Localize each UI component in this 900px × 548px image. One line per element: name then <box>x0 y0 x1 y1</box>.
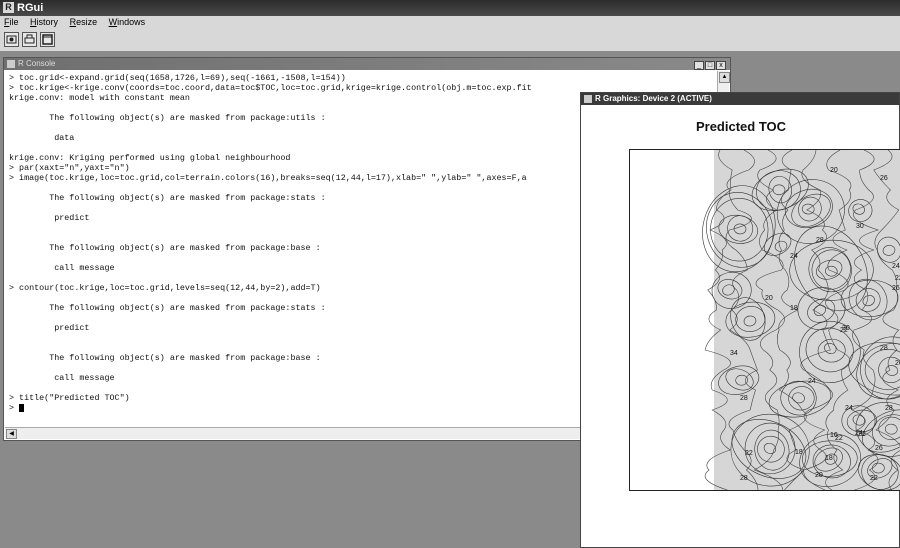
scroll-left-icon[interactable]: ◀ <box>6 429 17 439</box>
contour-label: 20 <box>830 167 838 174</box>
save-workspace-icon[interactable] <box>4 32 19 47</box>
contour-label: 26 <box>895 360 900 367</box>
toolbar <box>0 29 900 51</box>
contour-label: 20 <box>765 295 773 302</box>
r-window-icon <box>584 95 592 103</box>
app-title-bar: R RGui <box>0 0 900 16</box>
contour-label: 22 <box>870 475 878 482</box>
contour-label: 28 <box>740 475 748 482</box>
contour-label: 28 <box>880 345 888 352</box>
console-title-bar[interactable]: R Console _ □ x <box>4 58 730 70</box>
graphics-title: R Graphics: Device 2 (ACTIVE) <box>595 94 712 103</box>
contour-label: 18 <box>825 455 833 462</box>
contour-map: 2026302428222624302820182622243424222628… <box>702 150 900 490</box>
r-window-icon <box>7 60 15 68</box>
menu-bar: File History Resize Windows <box>0 16 900 29</box>
contour-label: 22 <box>895 275 900 282</box>
contour-label: 22 <box>840 327 848 334</box>
contour-label: 34 <box>730 350 738 357</box>
plot-title: Predicted TOC <box>695 119 787 134</box>
menu-history[interactable]: History <box>30 17 58 27</box>
console-line: > toc.grid<-expand.grid(seq(1658,1726,l=… <box>9 73 346 83</box>
contour-label: 28 <box>885 405 893 412</box>
scroll-up-icon[interactable]: ▲ <box>719 72 730 83</box>
menu-windows[interactable]: Windows <box>109 17 146 27</box>
contour-label: 22 <box>858 431 866 438</box>
contour-label: 28 <box>816 237 824 244</box>
minimize-button[interactable]: _ <box>694 61 704 70</box>
contour-label: 16 <box>830 432 838 439</box>
close-button[interactable]: x <box>716 61 726 70</box>
contour-label: 18 <box>795 449 803 456</box>
contour-label: 28 <box>740 395 748 402</box>
print-icon[interactable] <box>22 32 37 47</box>
graphics-title-bar[interactable]: R Graphics: Device 2 (ACTIVE) <box>581 93 899 105</box>
r-graphics-window[interactable]: R Graphics: Device 2 (ACTIVE) Predicted … <box>580 92 900 548</box>
window-icon[interactable] <box>40 32 55 47</box>
contour-label: 20 <box>815 472 823 479</box>
contour-label: 24 <box>845 405 853 412</box>
contour-label: 22 <box>745 450 753 457</box>
contour-label: 24 <box>808 378 816 385</box>
contour-label: 24 <box>790 253 798 260</box>
contour-label: 26 <box>875 445 883 452</box>
r-logo-icon: R <box>3 2 14 13</box>
contour-label: 18 <box>790 305 798 312</box>
menu-file[interactable]: File <box>4 17 19 27</box>
console-title: R Console <box>18 59 56 68</box>
app-title: RGui <box>17 2 44 14</box>
contour-label: 24 <box>892 263 900 270</box>
contour-label: 30 <box>856 223 864 230</box>
plot-area: 2026302428222624302820182622243424222628… <box>629 149 900 491</box>
contour-label: 26 <box>892 285 900 292</box>
contour-label: 26 <box>880 175 888 182</box>
menu-resize[interactable]: Resize <box>70 17 98 27</box>
window-controls: _ □ x <box>693 59 726 70</box>
text-cursor <box>19 403 25 412</box>
maximize-button[interactable]: □ <box>705 61 715 70</box>
